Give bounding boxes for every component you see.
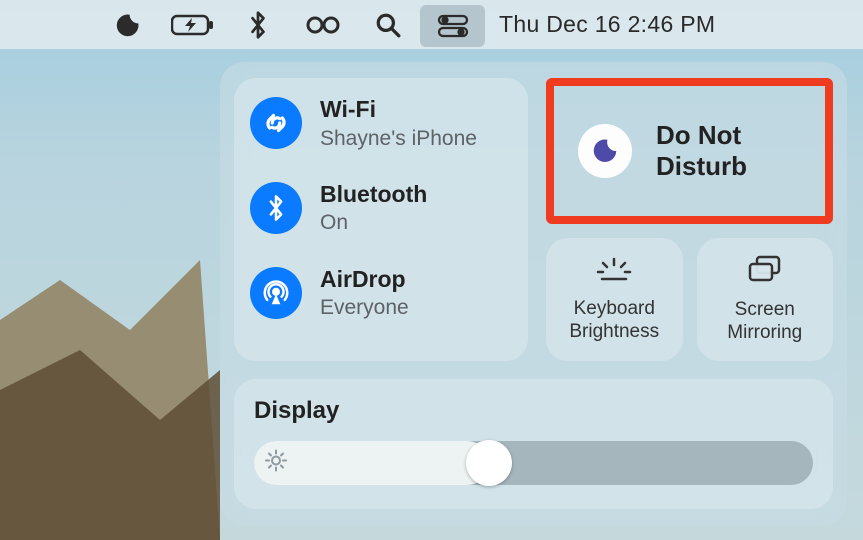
wifi-row[interactable]: Wi-Fi Shayne's iPhone xyxy=(250,96,512,151)
do-not-disturb-card[interactable]: Do Not Disturb xyxy=(546,78,833,224)
menubar: Thu Dec 16 2:46 PM xyxy=(0,0,863,49)
connectivity-card: Wi-Fi Shayne's iPhone Bluetooth On A xyxy=(234,78,528,361)
bluetooth-row[interactable]: Bluetooth On xyxy=(250,181,512,236)
airdrop-subtitle: Everyone xyxy=(320,295,409,320)
display-brightness-slider[interactable] xyxy=(254,441,813,485)
moon-icon xyxy=(578,124,632,178)
keyboard-brightness-icon xyxy=(594,255,634,288)
battery-charging-icon[interactable] xyxy=(160,0,225,49)
control-center-panel: Wi-Fi Shayne's iPhone Bluetooth On A xyxy=(220,62,847,525)
screen-mirroring-label: Screen Mirroring xyxy=(707,299,824,345)
slider-thumb[interactable] xyxy=(466,440,512,486)
display-title: Display xyxy=(254,397,813,425)
hotspot-icon[interactable] xyxy=(290,0,355,49)
bluetooth-icon[interactable] xyxy=(225,0,290,49)
display-card: Display xyxy=(234,379,833,509)
wifi-title: Wi-Fi xyxy=(320,96,477,124)
bluetooth-subtitle: On xyxy=(320,210,427,235)
wifi-subtitle: Shayne's iPhone xyxy=(320,126,477,151)
screen-mirroring-icon xyxy=(745,254,785,289)
bluetooth-title: Bluetooth xyxy=(320,181,427,209)
airdrop-row[interactable]: AirDrop Everyone xyxy=(250,266,512,321)
hotspot-link-icon xyxy=(250,97,302,149)
control-center-icon[interactable] xyxy=(420,5,485,47)
spotlight-search-icon[interactable] xyxy=(355,0,420,49)
airdrop-circle-icon xyxy=(250,267,302,319)
screen-mirroring-card[interactable]: Screen Mirroring xyxy=(697,238,834,361)
bluetooth-circle-icon xyxy=(250,182,302,234)
airdrop-title: AirDrop xyxy=(320,266,409,294)
menubar-datetime[interactable]: Thu Dec 16 2:46 PM xyxy=(499,11,715,38)
sun-icon xyxy=(264,448,288,477)
keyboard-brightness-card[interactable]: Keyboard Brightness xyxy=(546,238,683,361)
do-not-disturb-label: Do Not Disturb xyxy=(656,120,747,182)
keyboard-brightness-label: Keyboard Brightness xyxy=(556,298,673,344)
focus-status-icon[interactable] xyxy=(95,0,160,49)
